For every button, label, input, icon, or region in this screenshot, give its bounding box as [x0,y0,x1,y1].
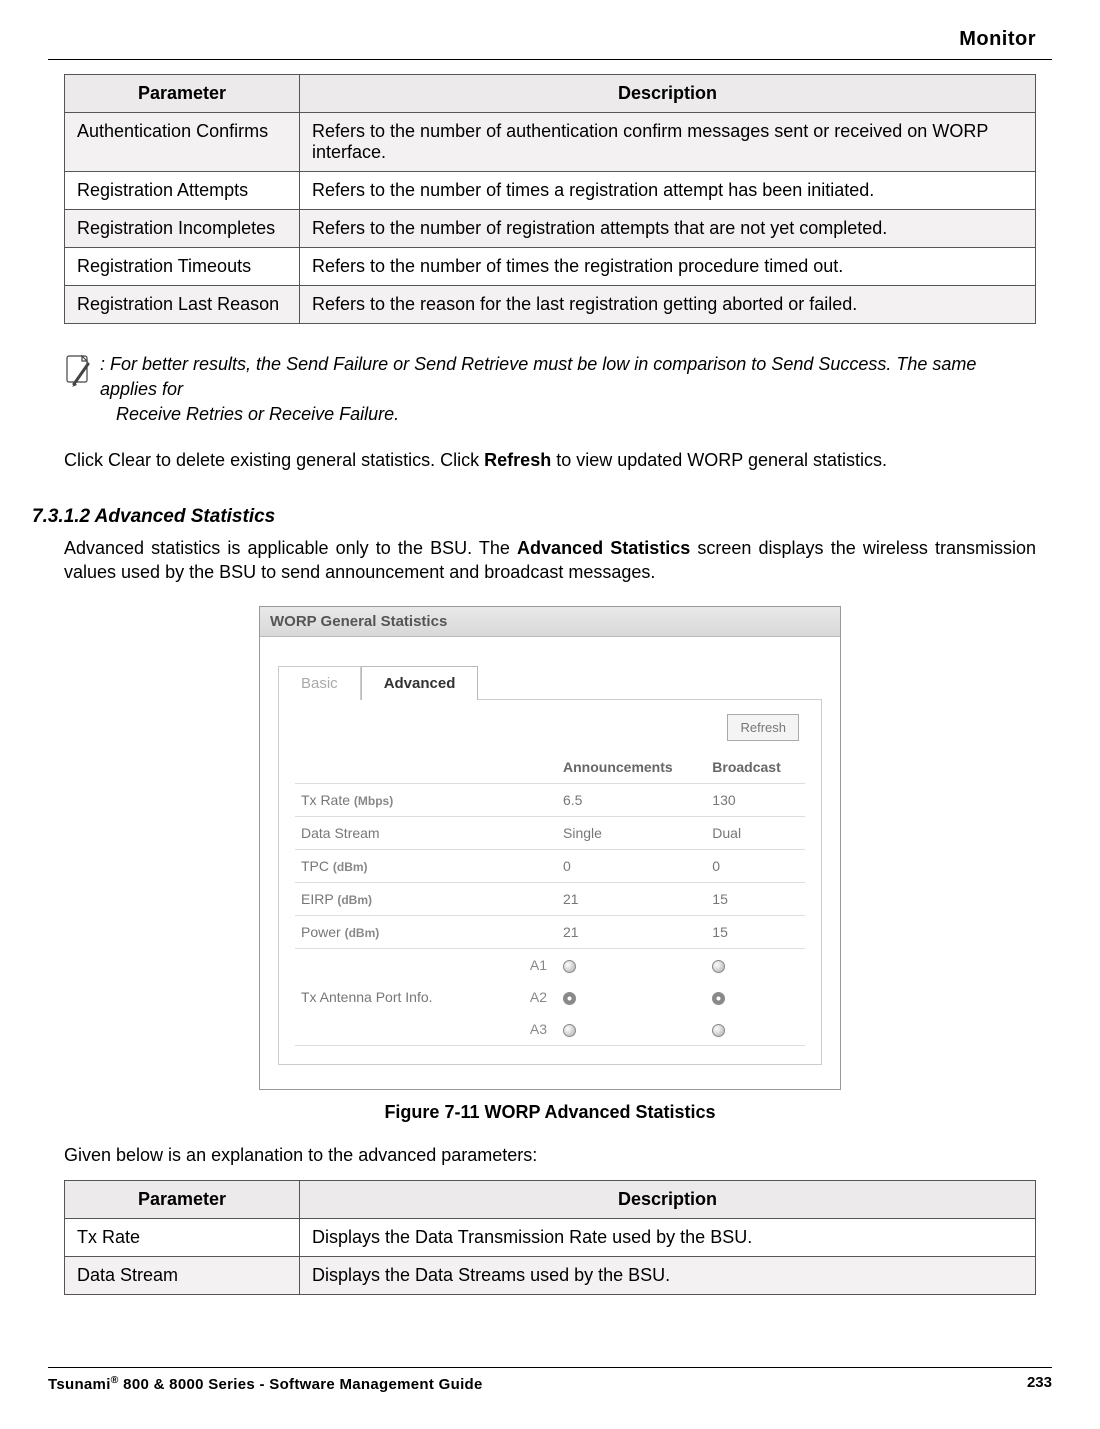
table1-header-param: Parameter [65,75,300,113]
col-announcements: Announcements [557,751,706,784]
cell-param: Authentication Confirms [65,113,300,172]
footer-title: 800 & 8000 Series - Software Management … [119,1376,483,1393]
footer-rule [48,1367,1052,1368]
col-broadcast: Broadcast [706,751,805,784]
table-row: Authentication Confirms Refers to the nu… [65,113,1036,172]
footer-left: Tsunami® 800 & 8000 Series - Software Ma… [48,1374,483,1393]
unit-tx-rate: (Mbps) [354,794,393,808]
page-header: Monitor [0,0,1100,57]
port-a3: A3 [507,1013,557,1046]
table-row: Data Stream Displays the Data Streams us… [65,1256,1036,1294]
refresh-paragraph: Click Clear to delete existing general s… [64,448,1036,472]
cell-param: Tx Rate [65,1218,300,1256]
note-line2: Receive Retries or Receive Failure. [100,402,1036,427]
stats-panel: Refresh Announcements Broadcast Tx Rate … [278,699,822,1065]
screenshot-titlebar: WORP General Statistics [260,607,840,637]
tab-basic[interactable]: Basic [278,666,361,700]
row-antenna-a1: Tx Antenna Port Info. A1 [295,949,805,982]
cell-param: Registration Last Reason [65,286,300,324]
parameter-table-1: Parameter Description Authentication Con… [64,74,1036,324]
cell-desc: Refers to the number of registration att… [300,210,1036,248]
label-tx-rate: Tx Rate [301,792,350,808]
radio-ann-a1[interactable] [563,960,576,973]
label-antenna: Tx Antenna Port Info. [301,989,433,1005]
para1-pre: Click Clear to delete existing general s… [64,450,484,470]
registered-icon: ® [111,1374,119,1386]
row-tx-rate: Tx Rate (Mbps) 6.5 130 [295,784,805,817]
ann-data-stream: Single [557,817,706,850]
label-data-stream: Data Stream [301,825,380,841]
unit-tpc: (dBm) [333,860,368,874]
table-row: Registration Last Reason Refers to the r… [65,286,1036,324]
row-tpc: TPC (dBm) 0 0 [295,850,805,883]
tab-advanced[interactable]: Advanced [361,666,479,700]
cell-param: Registration Attempts [65,172,300,210]
para1-post: to view updated WORP general statistics. [551,450,887,470]
table-row: Registration Timeouts Refers to the numb… [65,248,1036,286]
para1-bold: Refresh [484,450,551,470]
explanation-intro: Given below is an explanation to the adv… [64,1143,1036,1167]
label-eirp: EIRP [301,891,333,907]
port-a2: A2 [507,981,557,1013]
table-row: Tx Rate Displays the Data Transmission R… [65,1218,1036,1256]
bcast-data-stream: Dual [706,817,805,850]
cell-desc: Refers to the number of authentication c… [300,113,1036,172]
cell-param: Data Stream [65,1256,300,1294]
table2-header-desc: Description [300,1180,1036,1218]
page-footer: Tsunami® 800 & 8000 Series - Software Ma… [48,1367,1052,1393]
table2-header-param: Parameter [65,1180,300,1218]
subsection-heading: 7.3.1.2 Advanced Statistics [32,506,1036,528]
radio-bcast-a3[interactable] [712,1024,725,1037]
bcast-eirp: 15 [706,883,805,916]
ann-tpc: 0 [557,850,706,883]
parameter-table-2: Parameter Description Tx Rate Displays t… [64,1180,1036,1295]
cell-desc: Displays the Data Transmission Rate used… [300,1218,1036,1256]
row-power: Power (dBm) 21 15 [295,916,805,949]
cell-param: Registration Incompletes [65,210,300,248]
bcast-tpc: 0 [706,850,805,883]
ann-power: 21 [557,916,706,949]
worp-advanced-stats-screenshot: WORP General Statistics Basic Advanced R… [259,606,841,1090]
intro-pre: Advanced statistics is applicable only t… [64,538,517,558]
unit-eirp: (dBm) [337,893,372,907]
bcast-tx-rate: 130 [706,784,805,817]
cell-desc: Refers to the number of times the regist… [300,248,1036,286]
cell-desc: Displays the Data Streams used by the BS… [300,1256,1036,1294]
note-line1: : For better results, the Send Failure o… [100,354,976,399]
cell-desc: Refers to the number of times a registra… [300,172,1036,210]
advanced-stats-table: Announcements Broadcast Tx Rate (Mbps) 6… [295,751,805,1046]
bcast-power: 15 [706,916,805,949]
label-power: Power [301,924,341,940]
note-icon [64,354,94,397]
refresh-button[interactable]: Refresh [727,714,799,741]
footer-brand: Tsunami [48,1376,111,1393]
row-data-stream: Data Stream Single Dual [295,817,805,850]
table-row: Registration Attempts Refers to the numb… [65,172,1036,210]
table-row: Registration Incompletes Refers to the n… [65,210,1036,248]
radio-ann-a3[interactable] [563,1024,576,1037]
cell-desc: Refers to the reason for the last regist… [300,286,1036,324]
radio-bcast-a1[interactable] [712,960,725,973]
port-a1: A1 [507,949,557,982]
unit-power: (dBm) [345,926,380,940]
radio-ann-a2[interactable] [563,992,576,1005]
cell-param: Registration Timeouts [65,248,300,286]
label-tpc: TPC [301,858,329,874]
radio-bcast-a2[interactable] [712,992,725,1005]
ann-tx-rate: 6.5 [557,784,706,817]
table1-header-desc: Description [300,75,1036,113]
page-number: 233 [1027,1374,1052,1393]
subsection-intro: Advanced statistics is applicable only t… [64,536,1036,585]
row-eirp: EIRP (dBm) 21 15 [295,883,805,916]
info-note: : For better results, the Send Failure o… [64,352,1036,428]
intro-bold: Advanced Statistics [517,538,690,558]
ann-eirp: 21 [557,883,706,916]
tabs-row: Basic Advanced [260,637,840,699]
figure-caption: Figure 7-11 WORP Advanced Statistics [64,1102,1036,1123]
